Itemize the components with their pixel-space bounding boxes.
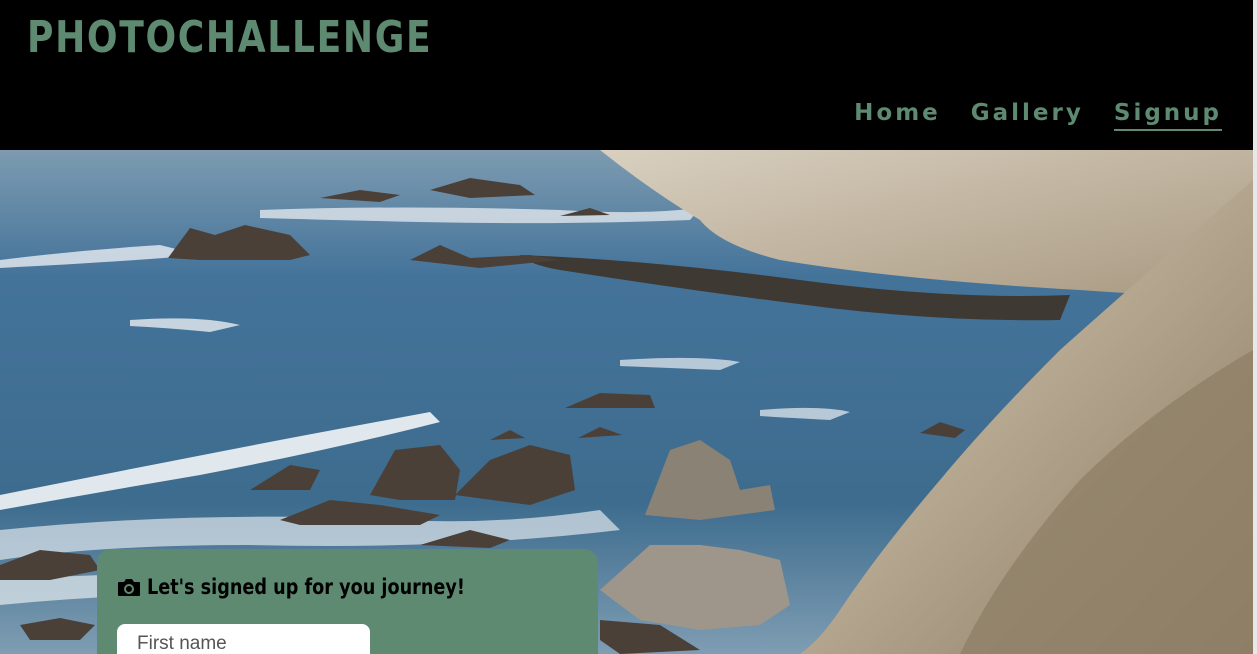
- nav-signup[interactable]: Signup: [1113, 98, 1222, 131]
- nav-home[interactable]: Home: [854, 98, 941, 131]
- signup-form-card: Let's signed up for you journey!: [97, 549, 598, 654]
- nav-gallery[interactable]: Gallery: [971, 98, 1084, 131]
- site-logo[interactable]: PHOTOCHALLENGE: [27, 12, 432, 64]
- main-nav: Home Gallery Signup: [854, 98, 1222, 131]
- page-scrollbar[interactable]: [1253, 0, 1257, 654]
- signup-title-text: Let's signed up for you journey!: [147, 575, 465, 599]
- first-name-field[interactable]: [117, 624, 370, 654]
- site-header: PHOTOCHALLENGE Home Gallery Signup: [0, 0, 1253, 150]
- signup-form-title: Let's signed up for you journey!: [117, 575, 525, 599]
- camera-icon: [118, 579, 140, 596]
